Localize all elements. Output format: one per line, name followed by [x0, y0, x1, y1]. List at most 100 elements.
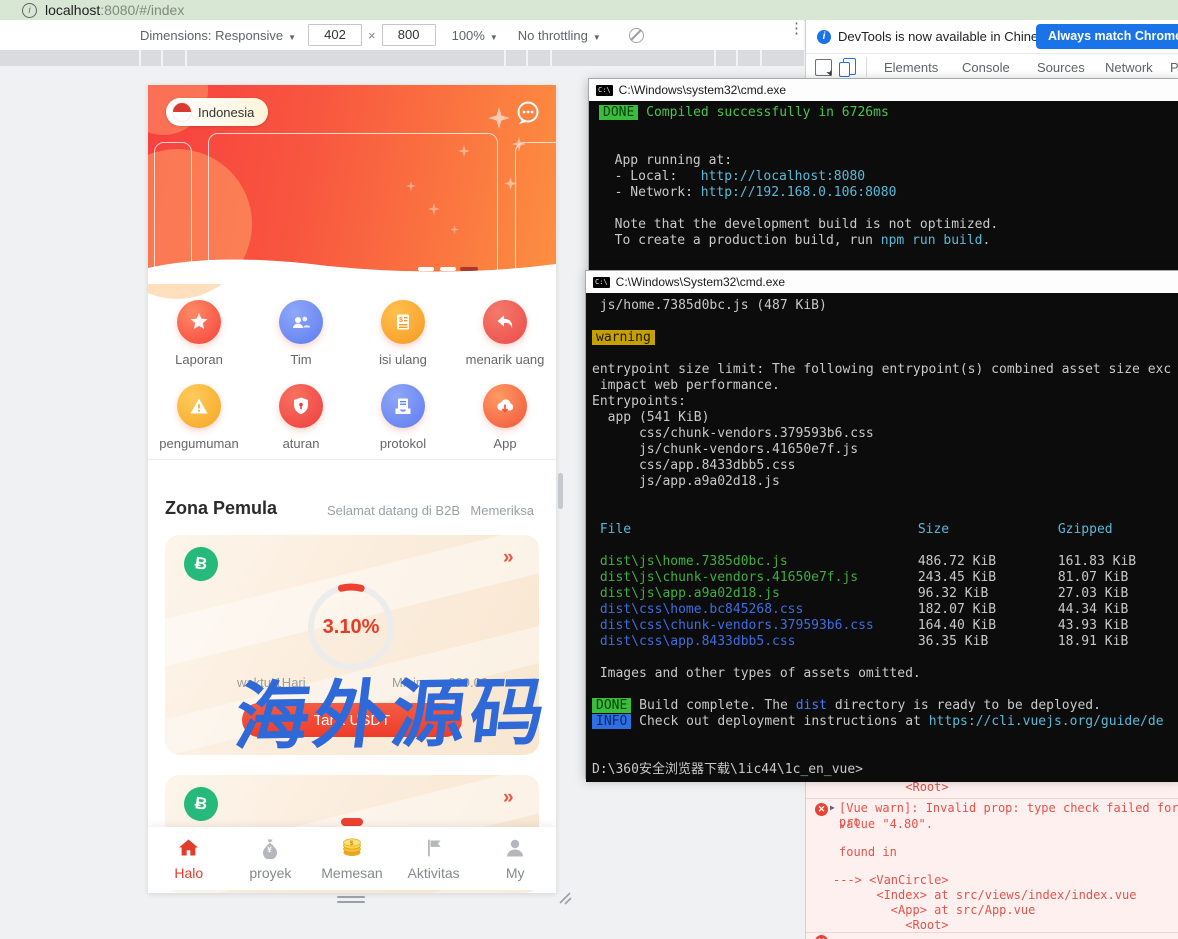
nav-item-label: Aktivitas: [408, 865, 460, 881]
terminal-title: C:\Windows\system32\cmd.exe: [619, 83, 786, 97]
star-icon: [177, 300, 221, 344]
sparkle-icon: [488, 107, 510, 129]
viewport-resize-handle[interactable]: [557, 890, 573, 906]
expand-triangle-icon[interactable]: ▶: [830, 803, 835, 812]
double-chevron-icon[interactable]: »: [503, 787, 514, 809]
error-stack: ---> <VanCircle> <Index> at src/views/in…: [833, 873, 1136, 933]
dimensions-select[interactable]: Dimensions: Responsive▼: [140, 28, 296, 43]
dimensions-times: ×: [368, 28, 376, 43]
money-bag-icon: ¥: [259, 837, 281, 862]
tab-console[interactable]: Console: [962, 60, 1010, 75]
nav-item-aktivitas[interactable]: Aktivitas: [393, 827, 475, 890]
coins-icon: $: [340, 837, 364, 862]
home-icon: [177, 837, 200, 862]
terminal-output: js/home.7385d0bc.js (487 KiB)warningentr…: [586, 293, 1178, 782]
svg-text:¥: ¥: [268, 845, 273, 854]
watermark-text: 海外源码: [231, 675, 561, 755]
rate-percent: 3.10%: [303, 579, 399, 675]
viewport-width-input[interactable]: 402: [308, 24, 362, 46]
terminal-output: DONE Compiled successfully in 6726ms App…: [589, 101, 1178, 272]
country-selector[interactable]: Indonesia: [166, 98, 268, 126]
terminal-window-1[interactable]: C:\ C:\Windows\system32\cmd.exe DONE Com…: [588, 78, 1178, 270]
sparkle-icon: [428, 203, 440, 215]
app-header-banner: Indonesia: [148, 85, 556, 283]
grid-item-label: isi ulang: [379, 352, 427, 367]
double-chevron-icon[interactable]: »: [503, 547, 514, 569]
cmd-icon: C:\: [596, 85, 613, 96]
team-icon: [279, 300, 323, 344]
grid-item-label: protokol: [380, 436, 426, 451]
toolbar-menu-icon[interactable]: ⋮: [789, 26, 804, 32]
grid-item[interactable]: aturan: [250, 375, 352, 459]
grid-item[interactable]: Laporan: [148, 291, 250, 375]
throttling-select[interactable]: No throttling▼: [518, 28, 601, 43]
console-error: ✕ ▶ [Vue warn]: Invalid prop: type check…: [806, 799, 1178, 932]
nav-item-memesan[interactable]: $Memesan: [311, 827, 393, 890]
chevron-down-icon: ▼: [288, 33, 296, 42]
grid-item-label: App: [493, 436, 516, 451]
inspect-icon[interactable]: [815, 59, 832, 76]
bookmarks-bar: [0, 50, 804, 66]
url-path: :8080/#/index: [100, 2, 184, 18]
chat-icon[interactable]: [514, 99, 542, 127]
nav-item-label: My: [506, 865, 525, 881]
grid-item-label: Laporan: [175, 352, 223, 367]
withdraw-icon: [483, 300, 527, 344]
zoom-select[interactable]: 100%▼: [452, 28, 498, 43]
error-found-in: found in: [839, 845, 897, 859]
nav-item-halo[interactable]: Halo: [148, 827, 230, 890]
console-stack-line: <Root>: [833, 918, 1136, 933]
coin-icon: Ƀ: [182, 785, 220, 823]
chevron-down-icon: ▼: [490, 33, 498, 42]
announcement-icon: [177, 384, 221, 428]
viewport-scrollbar[interactable]: [558, 473, 563, 509]
error-icon: ✕: [815, 803, 828, 816]
grid-item[interactable]: protokol: [352, 375, 454, 459]
tab-elements[interactable]: Elements: [884, 60, 938, 75]
grid-item[interactable]: $ isi ulang: [352, 291, 454, 375]
progress-ring: 3.10%: [303, 579, 399, 675]
section-title: Zona Pemula: [165, 498, 277, 519]
browser-url-bar[interactable]: i localhost:8080/#/index: [0, 0, 1178, 21]
bottom-navigation: Halo ¥ proyek $Memesan Aktivitas My: [148, 827, 556, 890]
grid-item-label: Tim: [290, 352, 311, 367]
shield-icon: [279, 384, 323, 428]
viewport-height-input[interactable]: 800: [382, 24, 436, 46]
nav-item-my[interactable]: My: [474, 827, 556, 890]
terminal-window-2[interactable]: C:\ C:\Windows\System32\cmd.exe js/home.…: [585, 270, 1178, 779]
grid-item[interactable]: menarik uang: [454, 291, 556, 375]
grid-item[interactable]: App: [454, 375, 556, 459]
notification-text: DevTools is now available in Chinese!: [838, 29, 1056, 44]
terminal-titlebar[interactable]: C:\ C:\Windows\System32\cmd.exe: [586, 271, 1178, 293]
screen: i localhost:8080/#/index Dimensions: Res…: [0, 0, 1178, 939]
nav-item-proyek[interactable]: ¥ proyek: [230, 827, 312, 890]
page-info-icon[interactable]: i: [22, 3, 37, 18]
responsive-viewport: Indonesia Laporan Tim $ isi ulang menarik ua…: [148, 85, 556, 893]
error-icon: ✕: [815, 935, 828, 939]
tab-network[interactable]: Network: [1105, 60, 1153, 75]
grid-item[interactable]: Tim: [250, 291, 352, 375]
grid-item-label: aturan: [283, 436, 320, 451]
sparkle-icon: [512, 137, 526, 151]
terminal-titlebar[interactable]: C:\ C:\Windows\system32\cmd.exe: [589, 79, 1178, 101]
viewport-drag-handle[interactable]: [337, 896, 365, 906]
console-stack-line: <App> at src/App.vue: [833, 903, 1136, 918]
info-icon: i: [817, 30, 831, 44]
grid-item-label: menarik uang: [466, 352, 545, 367]
block-icon[interactable]: [629, 28, 644, 43]
svg-text:$: $: [399, 317, 403, 324]
sparkle-icon: [458, 145, 470, 157]
grid-item[interactable]: pengumuman: [148, 375, 250, 459]
section-subtitle: Selamat datang di B2B: [327, 503, 460, 518]
section-action[interactable]: Memeriksa: [470, 503, 534, 518]
tab-performance[interactable]: Perf: [1170, 60, 1178, 75]
sparkle-icon: [450, 225, 459, 234]
device-toolbar: Dimensions: Responsive▼ 402 × 800 100%▼ …: [0, 20, 804, 51]
protocol-icon: [381, 384, 425, 428]
device-toolbar-icon[interactable]: [843, 58, 856, 75]
match-language-button[interactable]: Always match Chrome's la: [1036, 24, 1178, 49]
tab-sources[interactable]: Sources: [1037, 60, 1085, 75]
console-next-error: ✕: [806, 933, 1178, 939]
nav-item-label: proyek: [249, 865, 291, 881]
sparkle-icon: [504, 177, 517, 190]
